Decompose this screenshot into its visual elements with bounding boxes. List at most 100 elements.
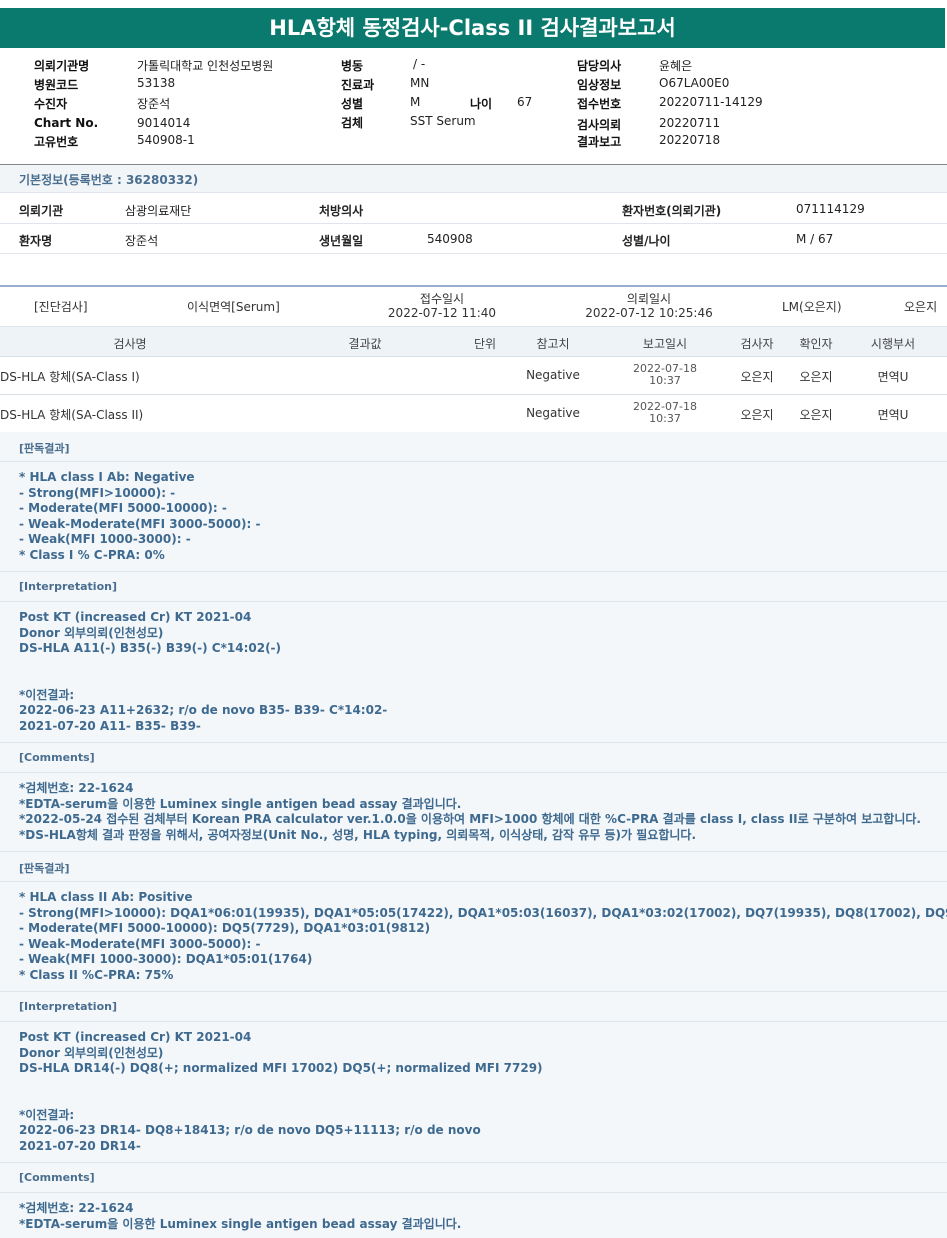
row-report-time: 10:37	[649, 412, 681, 425]
row-tester: 오은지	[740, 370, 774, 384]
col-department: 시행부서	[870, 337, 916, 351]
report-section-title: [Comments]	[0, 1163, 947, 1193]
report-line: Post KT (increased Cr) KT 2021-04	[19, 1030, 252, 1044]
header-label-doctor: 담당의사	[577, 59, 622, 73]
birth-label: 생년월일	[319, 234, 364, 248]
header-label-unique-no: 고유번호	[34, 135, 79, 149]
report-line: 2021-07-20 DR14-	[19, 1138, 141, 1153]
col-reference: 참고치	[536, 337, 570, 351]
header-label-result-date: 결과보고	[577, 135, 622, 149]
report-line	[19, 1077, 947, 1093]
header-label-hospital-code: 병원코드	[34, 78, 79, 92]
received-label: 접수일시	[419, 292, 465, 306]
report-section: [Interpretation] Post KT (increased Cr) K…	[0, 992, 947, 1163]
header-value-ward: / -	[413, 57, 426, 71]
report-line: DS-HLA DR14(-) DQ8(+; normalized MFI 170…	[19, 1061, 543, 1075]
report-line	[19, 657, 947, 673]
row-report-time: 10:37	[649, 374, 681, 387]
report-line: * Class II %C-PRA: 75%	[19, 967, 174, 982]
institution-label: 의뢰기관	[19, 204, 64, 218]
report-line	[19, 1092, 947, 1108]
report-line: * Class I % C-PRA: 0%	[19, 547, 165, 562]
report-section-body: Post KT (increased Cr) KT 2021-04 Donor 외…	[0, 1022, 947, 1162]
report-line: *EDTA-serum을 이용한 Luminex single antigen …	[19, 796, 462, 811]
col-test-name: 검사명	[113, 337, 147, 351]
report-line: - Moderate(MFI 5000-10000): -	[19, 501, 227, 515]
sex-age-value: M / 67	[796, 232, 834, 246]
report-section-body: *검체번호: 22-1624 *EDTA-serum을 이용한 Luminex s…	[0, 773, 947, 851]
header-label-request-date: 검사의뢰	[577, 118, 622, 132]
row-department: 면역U	[877, 408, 909, 422]
report-line: Post KT (increased Cr) KT 2021-04	[19, 610, 252, 624]
header-value-hospital-code: 53138	[137, 76, 176, 90]
report-line: * HLA class I Ab: Negative	[19, 470, 195, 484]
header-label-ward: 병동	[341, 59, 364, 73]
sex-age-label: 성별/나이	[622, 234, 671, 248]
row-checker: 오은지	[799, 370, 833, 384]
report-section-body: * HLA class II Ab: Positive - Strong(MFI>…	[0, 882, 947, 991]
header-value-age: 67	[517, 95, 533, 109]
report-line: *검체번호: 22-1624	[19, 781, 134, 795]
name-label: 환자명	[19, 234, 53, 248]
col-tester: 검사자	[740, 337, 774, 351]
patient-no-label: 환자번호(의뢰기관)	[622, 204, 722, 218]
report-line: - Moderate(MFI 5000-10000): DQ5(7729), D…	[19, 921, 431, 935]
meta-person: 오은지	[904, 300, 938, 314]
table-row[interactable]: DS-HLA 항체(SA-Class I) Negative 2022-07-1…	[0, 357, 947, 395]
report-line: 2021-07-20 A11- B35- B39-	[19, 718, 201, 733]
row-test-name: DS-HLA 항체(SA-Class I)	[0, 370, 140, 384]
test-meta-row: [진단검사] 이식면역[Serum] 접수일시 2022-07-12 11:40…	[0, 285, 947, 327]
report-line: *DS-HLA항체 결과 판정을 위해서, 공여자정보(Unit No., 성명…	[19, 827, 696, 842]
header-label-age: 나이	[470, 97, 493, 111]
report-body: [판독결과] * HLA class I Ab: Negative - Strong…	[0, 432, 947, 1238]
report-section: [Interpretation] Post KT (increased Cr) K…	[0, 572, 947, 743]
report-line: - Weak(MFI 1000-3000): -	[19, 532, 191, 546]
header-value-department: MN	[410, 76, 430, 90]
col-unit: 단위	[473, 337, 497, 351]
doctor-label: 처방의사	[319, 204, 364, 218]
report-line: - Weak-Moderate(MFI 3000-5000): -	[19, 516, 261, 531]
basic-info-row-1: 의뢰기관 삼광의료재단 처방의사 환자번호(의뢰기관) 071114129	[0, 194, 947, 224]
report-line: - Weak-Moderate(MFI 3000-5000): -	[19, 936, 261, 951]
report-line: Donor 외부의뢰(인천성모)	[19, 1045, 164, 1060]
report-section: [판독결과] * HLA class II Ab: Positive - Stron…	[0, 852, 947, 992]
row-test-name: DS-HLA 항체(SA-Class II)	[0, 408, 144, 422]
header-value-sex: M	[410, 95, 421, 109]
col-result: 결과값	[348, 337, 382, 351]
report-line: DS-HLA A11(-) B35(-) B39(-) C*14:02(-)	[19, 641, 282, 655]
basic-info-row-2: 환자명 장준석 생년월일 540908 성별/나이 M / 67	[0, 224, 947, 254]
report-section: [판독결과] * HLA class I Ab: Negative - Strong…	[0, 432, 947, 572]
header-value-specimen: SST Serum	[410, 114, 476, 128]
requested-value: 2022-07-12 10:25:46	[585, 306, 713, 320]
report-line	[19, 672, 947, 688]
row-reference: Negative	[526, 406, 580, 420]
header-value-clinical-info: O67LA00E0	[659, 76, 730, 90]
report-section-title: [판독결과]	[0, 432, 947, 462]
table-row[interactable]: DS-HLA 항체(SA-Class II) Negative 2022-07-…	[0, 395, 947, 433]
received-value: 2022-07-12 11:40	[387, 306, 497, 320]
col-checker: 확인자	[799, 337, 833, 351]
report-line: *이전결과:	[19, 1107, 75, 1122]
header-label-chart-no: Chart No.	[34, 116, 99, 130]
report-line: *이전결과:	[19, 687, 75, 702]
row-reference: Negative	[526, 368, 580, 382]
header-value-request-date: 20220711	[659, 116, 721, 130]
report-line: *EDTA-serum을 이용한 Luminex single antigen …	[19, 1216, 462, 1231]
report-line: 2022-06-23 DR14- DQ8+18413; r/o de novo …	[19, 1123, 481, 1137]
header-label-clinical-info: 임상정보	[577, 78, 622, 92]
report-header: 의뢰기관명 가톨릭대학교 인천성모병원 병원코드 53138 수진자 장준석 C…	[0, 48, 947, 165]
report-section-title: [Interpretation]	[0, 572, 947, 602]
header-value-institution: 가톨릭대학교 인천성모병원	[137, 59, 274, 73]
report-line: - Weak(MFI 1000-3000): DQA1*05:01(1764)	[19, 952, 313, 966]
header-value-result-date: 20220718	[659, 133, 721, 147]
header-label-sex: 성별	[341, 97, 364, 111]
header-label-patient: 수진자	[34, 97, 68, 111]
report-line: * HLA class II Ab: Positive	[19, 890, 193, 904]
report-section-body: *검체번호: 22-1624 *EDTA-serum을 이용한 Luminex s…	[0, 1193, 947, 1238]
header-value-patient: 장준석	[137, 97, 171, 111]
lm-person: LM(오은지)	[782, 300, 842, 314]
report-section-title: [Interpretation]	[0, 992, 947, 1022]
institution-value: 삼광의료재단	[125, 204, 192, 218]
requested-label: 의뢰일시	[626, 292, 672, 306]
basic-info-title: 기본정보(등록번호 : 36280332)	[19, 173, 199, 187]
